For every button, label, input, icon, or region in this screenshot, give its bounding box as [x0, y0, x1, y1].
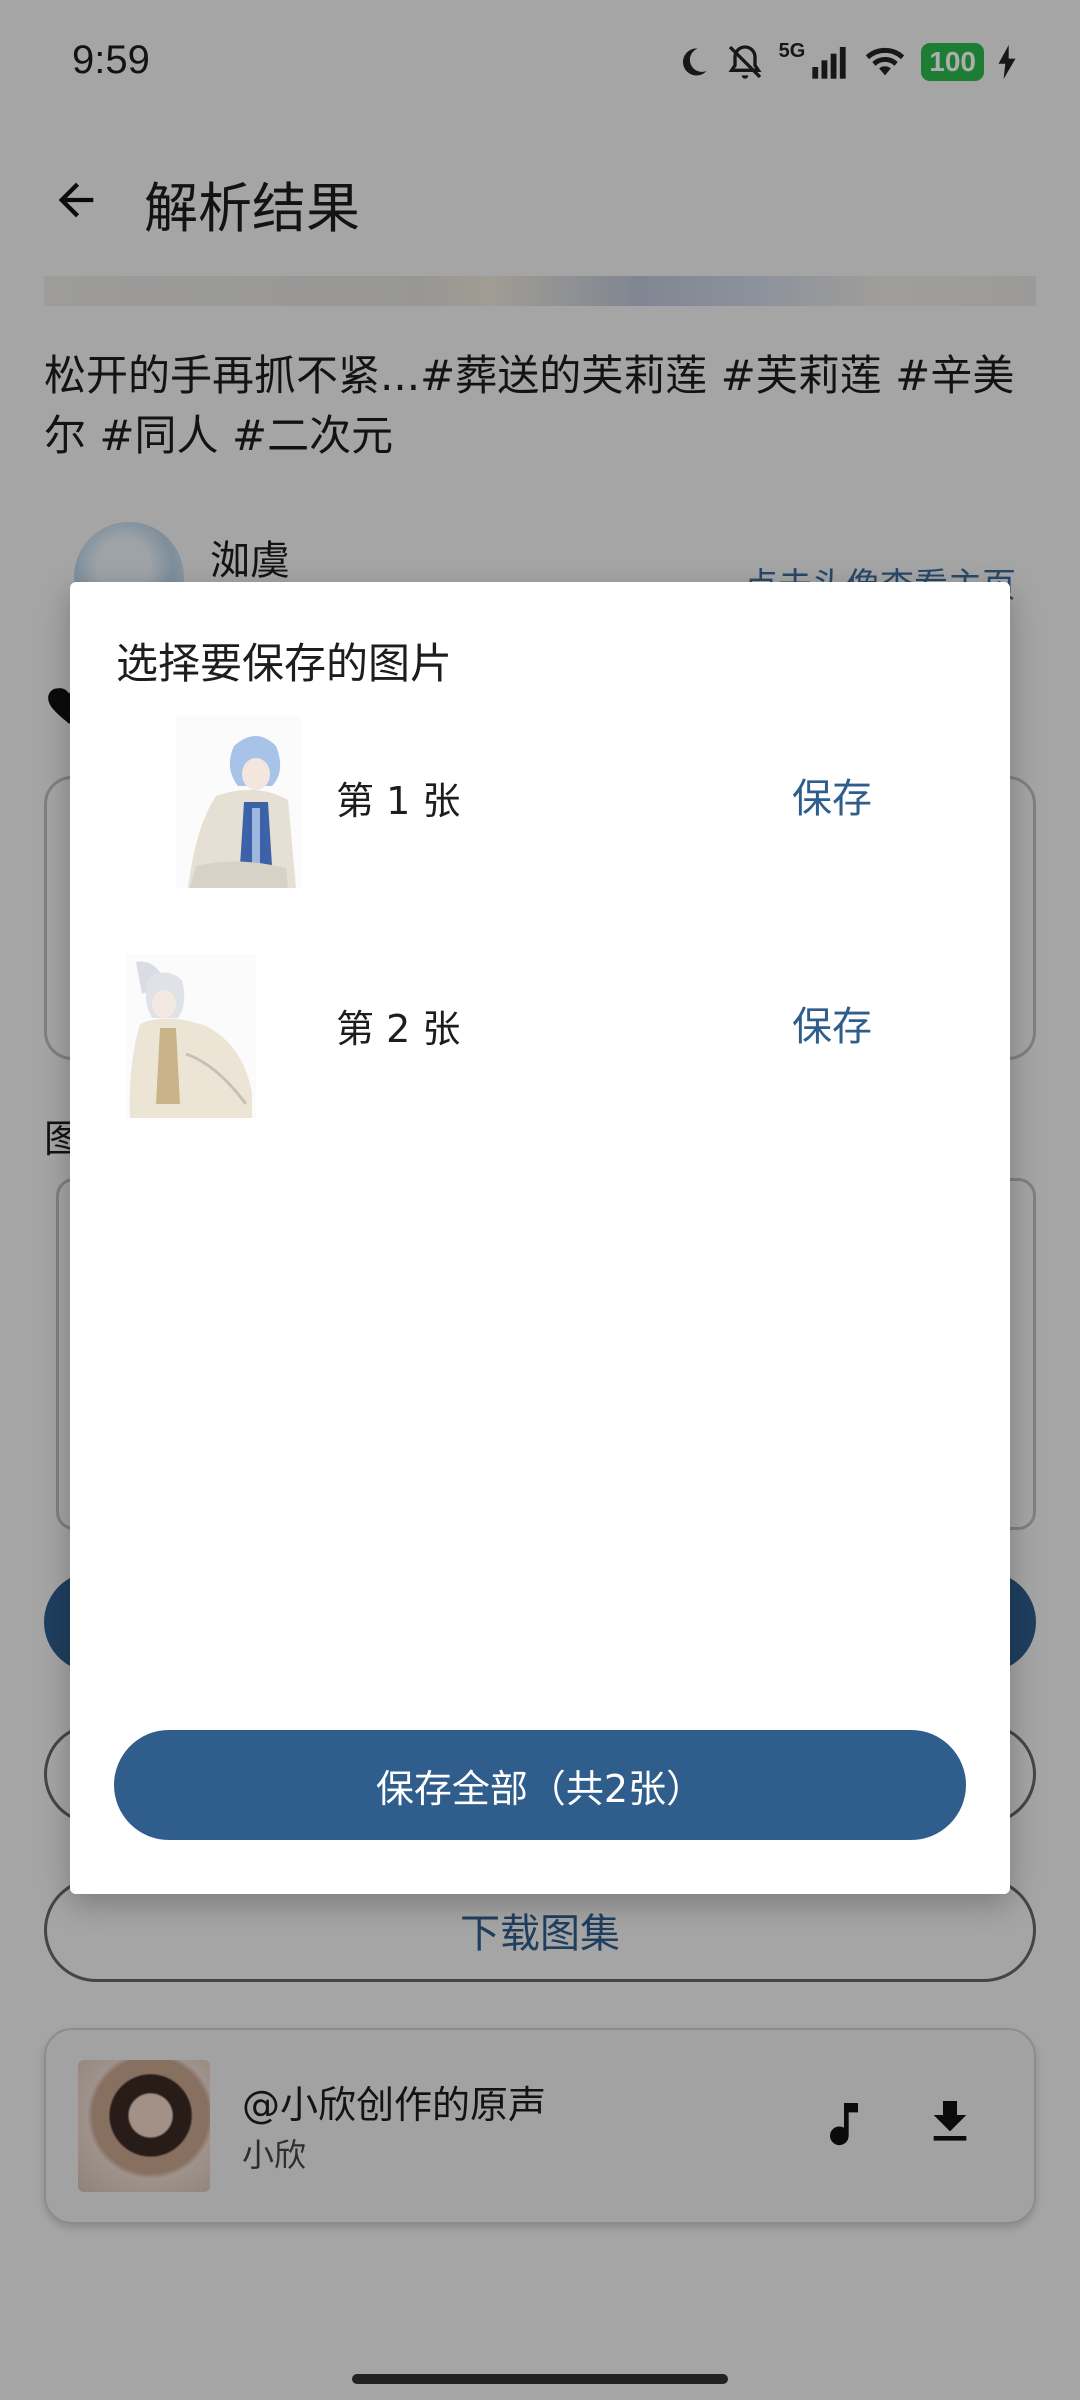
save-all-label: 保存全部（共2张）: [375, 1766, 705, 1811]
image-item-label: 第 1 张: [336, 779, 461, 823]
image-thumbnail: [126, 954, 256, 1118]
image-thumbnail: [176, 716, 302, 888]
save-image-2-button[interactable]: 保存: [792, 994, 872, 1052]
image-item: 第 1 张 保存: [70, 714, 1010, 894]
image-item-label: 第 2 张: [336, 1007, 461, 1051]
save-all-button[interactable]: 保存全部（共2张）: [114, 1730, 966, 1840]
dialog-title: 选择要保存的图片: [116, 639, 453, 688]
image-item: 第 2 张 保存: [70, 942, 1010, 1122]
save-image-dialog: 选择要保存的图片 第 1 张 保存 第 2 张 保存 保存全部（共2张）: [70, 582, 1010, 1894]
save-image-1-button[interactable]: 保存: [792, 766, 872, 824]
